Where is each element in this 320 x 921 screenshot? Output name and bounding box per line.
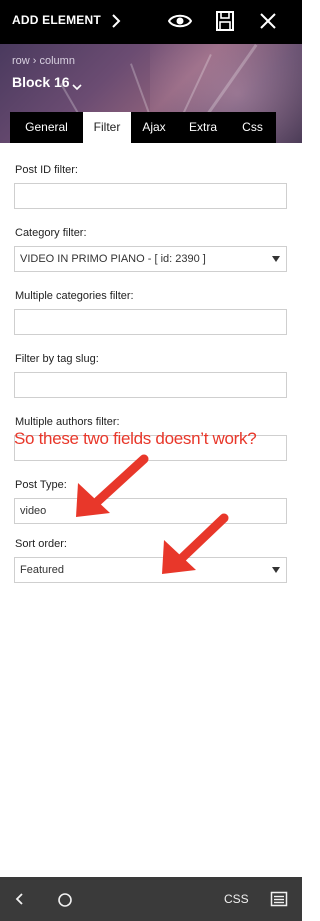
bottom-navigation-bar: CSS [0,877,302,921]
back-icon[interactable] [14,891,26,912]
category-filter-label: Category filter: [15,227,87,239]
multiple-categories-filter-input[interactable] [14,309,287,335]
save-icon[interactable] [215,10,235,37]
post-id-filter-label: Post ID filter: [15,164,78,176]
sort-order-label: Sort order: [15,538,67,550]
dropdown-arrow-icon [272,567,280,573]
sort-order-value: Featured [20,564,65,576]
category-filter-value: VIDEO IN PRIMO PIANO - [ id: 2390 ] [20,253,206,265]
multiple-categories-filter-label: Multiple categories filter: [15,290,134,302]
tab-ajax[interactable]: Ajax [131,112,177,143]
sort-order-select[interactable]: Featured [14,557,287,583]
post-id-filter-input[interactable] [14,183,287,209]
settings-tabs: General Filter Ajax Extra Css [10,112,276,143]
eye-icon[interactable] [167,11,193,36]
annotation-arrow-icon [70,453,150,526]
annotation-arrow-icon [158,512,230,583]
annotation-text: So these two fields doesn’t work? [14,429,257,448]
home-circle-icon[interactable] [57,892,73,913]
tag-slug-filter-label: Filter by tag slug: [15,353,99,365]
tag-slug-filter-input[interactable] [14,372,287,398]
block-title[interactable]: Block 16 [12,74,70,90]
tab-general[interactable]: General [10,112,83,143]
css-button[interactable]: CSS [224,892,249,906]
breadcrumb[interactable]: row › column [12,55,75,67]
post-type-input[interactable]: video [14,498,287,524]
close-icon[interactable] [259,12,277,35]
top-toolbar: ADD ELEMENT [0,0,302,44]
category-filter-select[interactable]: VIDEO IN PRIMO PIANO - [ id: 2390 ] [14,246,287,272]
add-element-button[interactable]: ADD ELEMENT [12,13,101,27]
tab-css[interactable]: Css [229,112,276,143]
tab-filter[interactable]: Filter [83,112,131,143]
post-type-label: Post Type: [15,479,67,491]
tab-extra[interactable]: Extra [177,112,229,143]
menu-icon[interactable] [270,891,288,912]
dropdown-arrow-icon [272,256,280,262]
chevron-down-icon[interactable] [72,78,82,96]
chevron-right-icon[interactable] [110,9,122,38]
multiple-authors-filter-label: Multiple authors filter: [15,416,120,428]
